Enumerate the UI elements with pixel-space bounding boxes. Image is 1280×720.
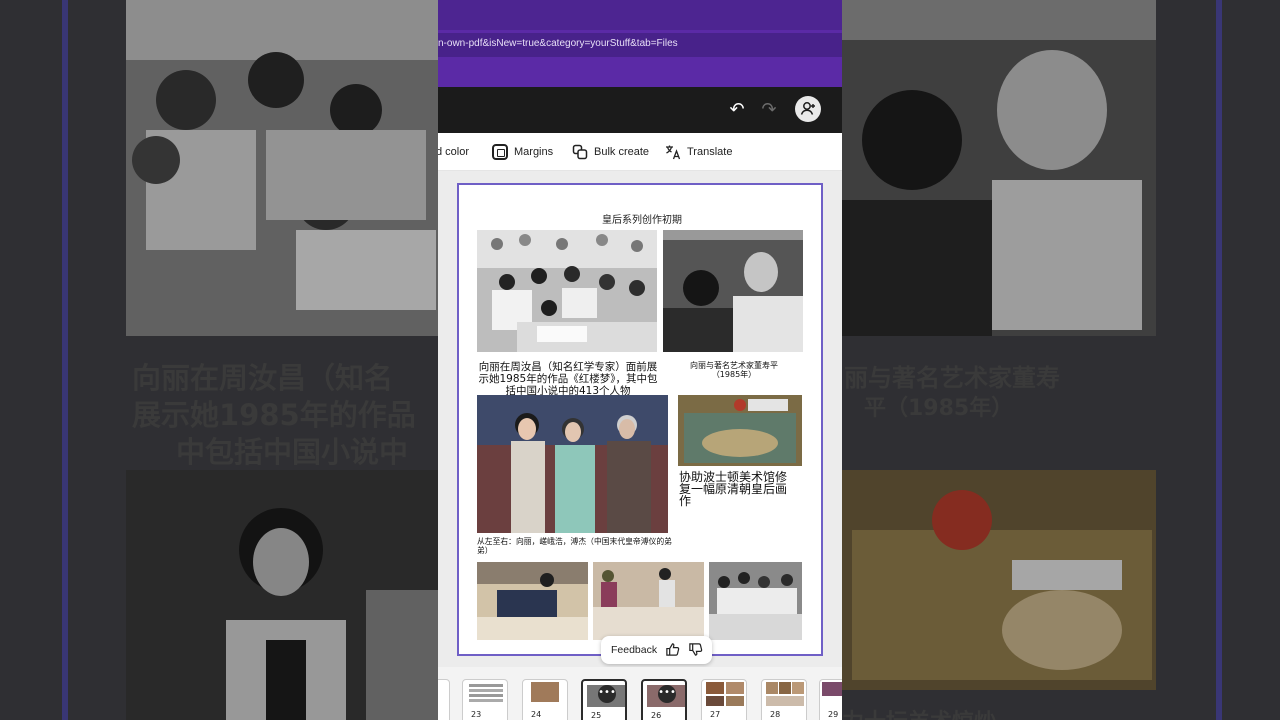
phone-screen: n-own-pdf&isNew=true&category=yourStuff&… [438,0,842,720]
page-thumbnail-24-preview [531,682,559,702]
background-right: 丽与著名艺术家董寿 平（1985年） 力十坛羊术惊炒 [842,0,1280,720]
more-options-icon[interactable]: ••• [598,685,616,703]
page-thumbnail[interactable] [438,679,450,720]
background-photo-family-graphic [126,470,438,720]
browser-bar: n-own-pdf&isNew=true&category=yourStuff&… [438,0,842,87]
toolbar-margins[interactable]: Margins [492,143,553,161]
photo-restoration[interactable] [678,395,802,466]
page-number-24: 24 [531,710,542,719]
page-number-28: 28 [770,710,781,719]
add-collaborator-graphic [800,102,815,115]
page-number-29: 29 [828,710,839,719]
page-number-27: 27 [710,710,721,719]
redo-icon[interactable]: ↷ [758,99,780,121]
toolbar-translate-label: Translate [687,146,733,158]
page-number-25: 25 [591,711,602,720]
translate-graphic [666,145,681,160]
page-thumbnail-27-preview [706,682,744,706]
photo-bottom-center-graphic [593,562,704,640]
thumbs-down-icon[interactable] [688,642,703,659]
background-caption-left-1: 向丽在周汝昌（知名 [132,361,394,395]
bulk-create-icon [572,144,588,160]
toolbar-background-color[interactable]: d color [438,143,469,161]
photo-bottom-left[interactable] [477,562,588,640]
background-photo-restoration-graphic [842,470,1156,690]
page-number-26: 26 [651,711,662,720]
caption-top-right: 向丽与著名艺术家董寿平（1985年） [690,361,778,380]
caption-middle-left: 从左至右：向丽，嵯峨浩，溥杰（中国末代皇帝溥仪的弟弟） [477,537,672,555]
photo-artist-portrait[interactable] [663,230,803,352]
background-caption-left-2: 展示她1985年的作品 [132,398,416,432]
background-page-edge-right [1216,0,1222,720]
background-photo-restoration [842,470,1156,690]
background-caption-right-2: 平（1985年） [864,396,1014,421]
photo-bottom-right[interactable] [709,562,802,640]
bulk-create-graphic [572,144,588,160]
screen: 向丽在周汝昌（知名 展示她1985年的作品 中包括中国小说中 丽与著名艺术家董寿… [0,0,1280,720]
add-collaborator-icon[interactable] [795,96,821,122]
edit-toolbar: d color Margins Bulk create Translate [438,133,842,171]
page-thumbnail-27[interactable]: 27 [701,679,747,720]
page-thumbnail-25[interactable]: ••• 25 [581,679,627,720]
page-thumbnail-29-preview [822,682,842,696]
background-photo-family [126,470,438,720]
photo-bottom-center[interactable] [593,562,704,640]
margins-icon [492,144,508,160]
photo-three-people-graphic [477,395,668,533]
photo-group-scene[interactable] [477,230,657,352]
photo-restoration-graphic [678,395,802,466]
page-thumbnail-28[interactable]: 28 [761,679,807,720]
page-thumbnail-strip: 23 24 ••• 25 ••• 26 27 28 29 [438,667,842,720]
page-thumbnail-23-preview [469,684,503,702]
translate-icon [665,144,681,160]
document-page[interactable]: 皇后系列创作初期 向丽在周汝昌（知名红学专家）面前展示她1985年的作品《红楼梦… [457,183,823,664]
page-thumbnail-26[interactable]: ••• 26 [641,679,687,720]
caption-middle-right: 协助波士顿美术馆修复一幅原清朝皇后画作 [679,470,788,508]
page-thumbnail-24[interactable]: 24 [522,679,568,720]
caption-top-left: 向丽在周汝昌（知名红学专家）面前展示她1985年的作品《红楼梦》，其中包括中国小… [478,361,658,398]
background-photo-graphic [126,0,438,336]
browser-tab-strip [438,0,842,30]
feedback-widget: Feedback [601,636,712,664]
page-thumbnail-28-preview [766,682,804,706]
editor-canvas: 皇后系列创作初期 向丽在周汝昌（知名红学专家）面前展示她1985年的作品《红楼梦… [438,171,842,667]
toolbar-margins-label: Margins [514,146,554,158]
editor-header: ↶ ↷ ⋮ [438,87,842,133]
undo-icon[interactable]: ↶ [726,99,748,121]
feedback-label: Feedback [611,644,658,656]
photo-bottom-right-graphic [709,562,802,640]
photo-artist-portrait-graphic [663,230,803,352]
background-photo-group [126,0,438,336]
background-caption-left-3: 中包括中国小说中 [176,435,409,469]
address-text[interactable]: n-own-pdf&isNew=true&category=yourStuff&… [438,38,678,49]
toolbar-background-color-label: d color [438,146,470,158]
photo-group-scene-graphic [477,230,657,352]
page-number-23: 23 [471,710,482,719]
background-page-edge-left [62,0,68,720]
photo-bottom-left-graphic [477,562,588,640]
toolbar-bulk-create[interactable]: Bulk create [572,143,649,161]
page-thumbnail-29[interactable]: 29 [819,679,842,720]
background-photo-artist-graphic [842,0,1156,336]
more-options-icon[interactable]: ••• [658,685,676,703]
thumbs-up-graphic [666,642,680,656]
toolbar-translate[interactable]: Translate [665,143,732,161]
page-title: 皇后系列创作初期 [602,215,682,226]
background-caption-right-3: 力十坛羊术惊炒 [842,704,996,720]
background-left: 向丽在周汝昌（知名 展示她1985年的作品 中包括中国小说中 [0,0,438,720]
photo-three-people[interactable] [477,395,668,533]
background-photo-artist [842,0,1156,336]
thumbs-down-graphic [689,642,703,656]
toolbar-bulk-create-label: Bulk create [594,146,650,158]
page-thumbnail-23[interactable]: 23 [462,679,508,720]
more-icon[interactable]: ⋮ [836,99,842,121]
thumbs-up-icon[interactable] [665,642,680,659]
